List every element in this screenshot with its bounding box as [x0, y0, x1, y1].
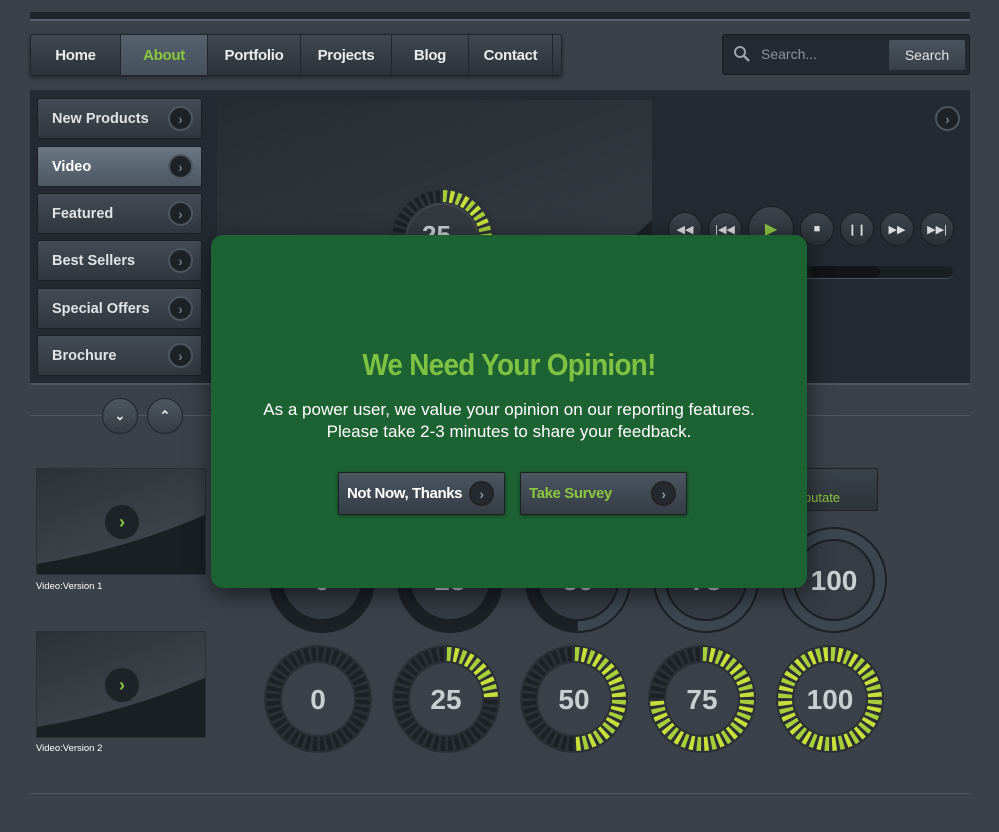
dial-value: 50 [558, 684, 589, 715]
chevron-right-icon: › [651, 481, 676, 506]
bottom-divider [30, 793, 970, 794]
dial-value: 75 [686, 684, 717, 715]
dial-value: 25 [430, 684, 461, 715]
take-survey-button[interactable]: Take Survey › [520, 472, 687, 515]
not-now-button[interactable]: Not Now, Thanks › [338, 472, 505, 515]
modal-title: We Need Your Opinion! [362, 347, 656, 382]
dial-value: 0 [310, 684, 326, 715]
modal-body: As a power user, we value your opinion o… [263, 400, 755, 441]
chevron-right-icon: › [469, 481, 494, 506]
survey-modal: We Need Your Opinion! As a power user, w… [211, 235, 807, 588]
ring-gauge-value: 100 [811, 565, 858, 596]
dial-value: 100 [807, 684, 854, 715]
